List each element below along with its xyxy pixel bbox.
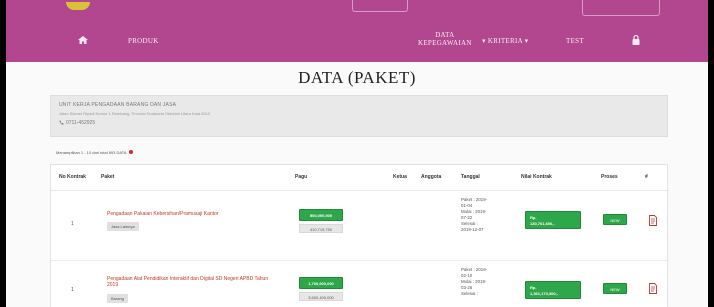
pdf-icon[interactable] — [649, 281, 657, 294]
table-row: 1 Pengadaan Pakaian Kebersihan/Pramusaji… — [51, 191, 669, 261]
col-pagu[interactable]: Pagu — [295, 174, 307, 180]
date-line: Selesai : — [461, 291, 478, 296]
col-paket[interactable]: Paket — [101, 174, 114, 180]
proses-button[interactable]: NEW — [603, 214, 627, 225]
lock-icon[interactable] — [632, 34, 640, 45]
nav-data-line1: DATA — [435, 31, 455, 39]
page-title: DATA (PAKET) — [298, 68, 416, 87]
showing-count: Menampilkan 1 - 10 dari total 693 DATA — [56, 150, 133, 155]
organization-info-box: UNIT KERJA PENGADAAN BARANG DAN JASA Jal… — [50, 95, 668, 137]
col-proses[interactable]: Proses — [601, 174, 618, 180]
col-actions: # — [645, 174, 648, 180]
logo[interactable] — [66, 2, 90, 10]
pdf-icon[interactable] — [649, 213, 657, 226]
paket-link[interactable]: Pengadaan Pakaian Kebersihan/Pramusaji K… — [107, 211, 277, 217]
pagu-button[interactable]: 1,700,000,000 — [299, 277, 343, 289]
showing-text: Menampilkan 1 - 10 dari total 693 DATA — [56, 150, 127, 155]
paket-link[interactable]: Pengadaan Alat Pendidikan Interaktif dan… — [107, 276, 277, 288]
table-row: 1 Pengadaan Alat Pendidikan Interaktif d… — [51, 261, 669, 307]
home-icon[interactable] — [78, 36, 88, 44]
row-number: 1 — [71, 287, 74, 293]
nav-data-line2: KEPEGAWAIAN — [418, 39, 472, 47]
pagu-button[interactable]: 500,000,000 — [299, 209, 343, 221]
nilai-value: 130,761,600,- — [530, 221, 555, 226]
top-navbar: PRODUK DATA KEPEGAWAIAN ▾ KRITERIA ▾ TES… — [6, 0, 708, 62]
info-dot-icon[interactable] — [128, 150, 133, 154]
tanggal-cell: Paket : 2019- 01-04 Mulai : 2019- 07-22 … — [461, 197, 493, 233]
nav-data-kepegawaian[interactable]: DATA KEPEGAWAIAN — [418, 31, 472, 47]
date-line: 2019-12-07 — [461, 227, 484, 232]
row-number: 1 — [71, 221, 74, 227]
nav-test[interactable]: TEST — [566, 37, 584, 45]
top-button-left[interactable] — [352, 0, 408, 12]
nilai-kontrak-button[interactable]: Rp. 1,361,173,300,- — [525, 281, 581, 299]
top-button-right[interactable] — [582, 0, 660, 16]
paket-table: No Kontrak Paket Pagu Ketua Anggota Tang… — [50, 164, 669, 307]
pagu-subvalue: 3,600,400,000 — [299, 292, 343, 301]
nilai-value: 1,361,173,300,- — [530, 291, 559, 296]
col-no-kontrak[interactable]: No Kontrak — [59, 174, 86, 180]
col-nilai-kontrak[interactable]: Nilai Kontrak — [521, 174, 552, 180]
phone-number: 0711-452925 — [66, 120, 96, 126]
col-tanggal[interactable]: Tanggal — [461, 174, 480, 180]
pagu-subvalue: 410,719,750 — [299, 224, 343, 233]
category-badge: Jasa Lainnya — [107, 222, 139, 231]
phone-icon — [59, 120, 64, 125]
proses-button[interactable]: NEW — [603, 283, 627, 294]
organization-address: Jalan Slamet Riyadi Nomor 1 Rembang, Pro… — [59, 111, 211, 116]
category-badge: Barang — [107, 294, 128, 303]
browser-frame: PRODUK DATA KEPEGAWAIAN ▾ KRITERIA ▾ TES… — [6, 0, 708, 307]
organization-phone: 0711-452925 — [59, 120, 95, 126]
col-anggota[interactable]: Anggota — [421, 174, 441, 180]
main-content: DATA (PAKET) UNIT KERJA PENGADAAN BARANG… — [6, 62, 708, 307]
nilai-kontrak-button[interactable]: Rp. 130,761,600,- — [525, 211, 581, 229]
organization-name: UNIT KERJA PENGADAAN BARANG DAN JASA — [59, 102, 177, 108]
tanggal-cell: Paket : 2019- 02-10 Mulai : 2019- 03-26 … — [461, 267, 493, 297]
col-ketua[interactable]: Ketua — [393, 174, 407, 180]
table-header: No Kontrak Paket Pagu Ketua Anggota Tang… — [51, 165, 669, 191]
nav-kriteria-dropdown[interactable]: ▾ KRITERIA ▾ — [482, 37, 528, 45]
nav-produk[interactable]: PRODUK — [128, 37, 159, 45]
